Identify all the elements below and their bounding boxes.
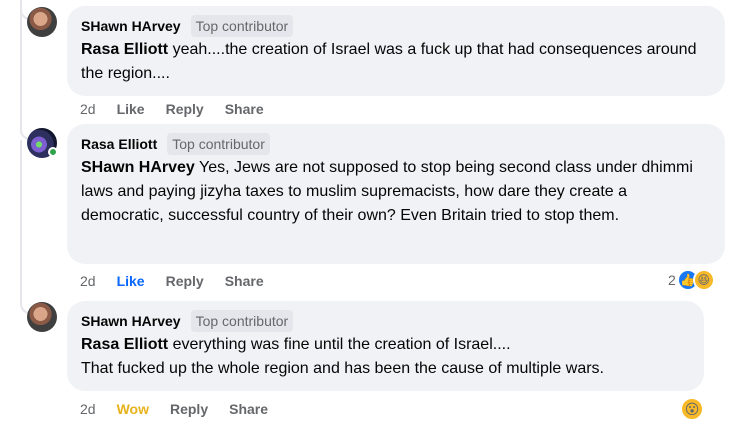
comment-actions: 2d Like Reply Share [80,272,285,290]
reaction-summary[interactable]: 😮 [680,397,704,421]
share-button[interactable]: Share [225,273,264,289]
top-contributor-badge: Top contributor [190,310,294,332]
comment-author[interactable]: Rasa Elliott [81,136,157,152]
timestamp[interactable]: 2d [80,101,96,117]
comment-bubble: SHawn HArvey Top contributor Rasa Elliot… [67,6,725,96]
comment-body-line2: That fucked up the whole region and has … [81,360,604,377]
mention-link[interactable]: SHawn HArvey [81,159,195,176]
thread-line [20,0,22,133]
comment-actions: 2d Wow Reply Share [80,400,289,418]
thread-line [20,140,22,305]
comment-author[interactable]: SHawn HArvey [81,18,181,34]
comment-text: Rasa Elliott everything was fine until t… [81,333,690,357]
timestamp[interactable]: 2d [80,273,96,289]
comment-actions: 2d Like Reply Share [80,100,285,118]
share-button[interactable]: Share [229,401,268,417]
share-button[interactable]: Share [225,101,264,117]
comment-text: SHawn HArvey Yes, Jews are not supposed … [81,156,711,228]
reply-button[interactable]: Reply [166,273,204,289]
online-status-dot [48,147,58,157]
like-button[interactable]: Like [117,101,145,117]
top-contributor-badge: Top contributor [190,15,294,37]
reply-button[interactable]: Reply [170,401,208,417]
avatar[interactable] [27,7,57,37]
timestamp[interactable]: 2d [80,401,96,417]
wow-reaction-button[interactable]: Wow [117,401,149,417]
wow-reaction-icon: 😮 [680,397,704,421]
reaction-count: 2 [668,272,676,288]
mention-link[interactable]: Rasa Elliott [81,41,168,58]
reply-button[interactable]: Reply [166,101,204,117]
comment-author[interactable]: SHawn HArvey [81,313,181,329]
comment-body: yeah....the creation of Israel was a fuc… [81,41,697,82]
avatar[interactable] [27,302,57,332]
comment-text: Rasa Elliott yeah....the creation of Isr… [81,38,711,86]
comment-bubble: Rasa Elliott Top contributor SHawn HArve… [67,124,725,264]
like-button[interactable]: Like [117,273,145,289]
reaction-summary[interactable]: 2 👍 😆 [668,269,715,291]
mention-link[interactable]: Rasa Elliott [81,336,168,353]
comment-body-line1: everything was fine until the creation o… [168,336,511,353]
haha-reaction-icon: 😆 [692,269,715,291]
comment-bubble: SHawn HArvey Top contributor Rasa Elliot… [67,301,704,391]
top-contributor-badge: Top contributor [167,133,270,155]
